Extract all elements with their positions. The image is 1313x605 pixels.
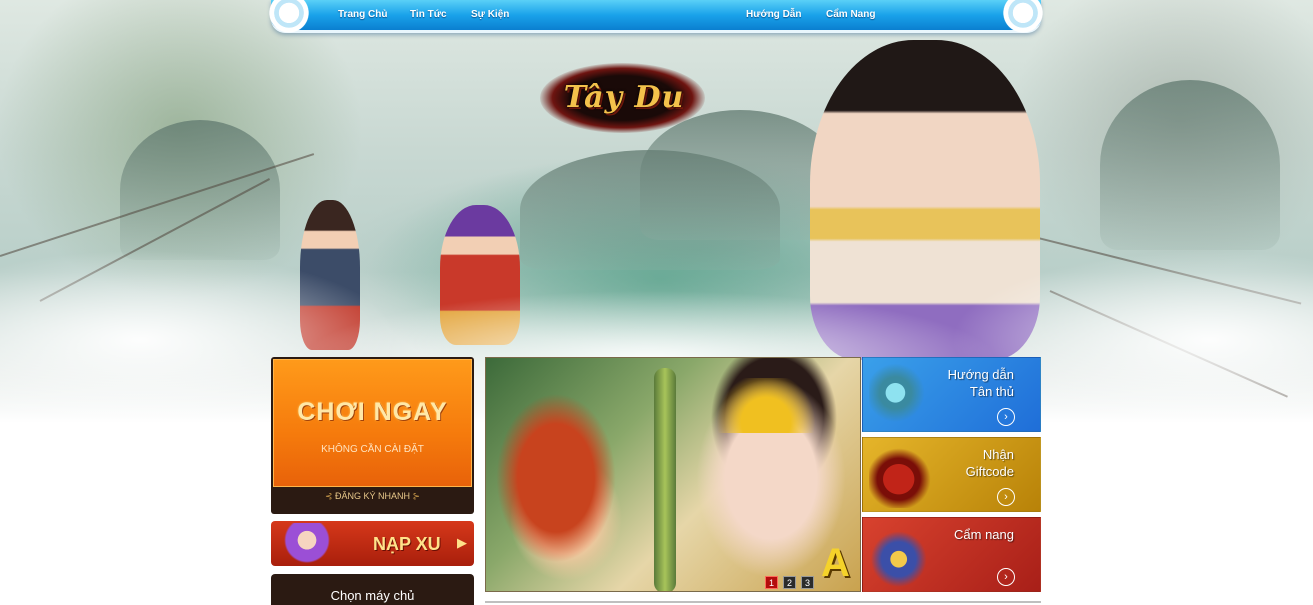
nav-news-link[interactable]: Tin Tức xyxy=(410,9,447,20)
golden-crown-icon xyxy=(711,378,821,433)
play-now-button[interactable]: CHƠI NGAY KHÔNG CẦN CÀI ĐẶT xyxy=(273,359,472,487)
quick-register-link[interactable]: ⊰ ĐĂNG KÝ NHANH ⊱ xyxy=(271,491,474,509)
server-select-label: Chọn máy chủ xyxy=(330,588,415,603)
treasure-chest-icon xyxy=(869,444,935,508)
logo-text: Tây Du xyxy=(563,80,685,115)
topup-label: NẠP XU xyxy=(373,534,441,554)
jade-staff-icon xyxy=(869,364,935,428)
giftcode-title: Nhận Giftcode xyxy=(965,447,1014,479)
handbook-title: Cẩm nang xyxy=(954,527,1014,542)
server-select-button[interactable]: Chọn máy chủ xyxy=(271,574,474,605)
nav-events-link[interactable]: Sự Kiện xyxy=(471,9,509,20)
ornament-left-icon: ⊰ xyxy=(324,491,335,501)
content-divider xyxy=(485,601,1041,603)
chevron-right-icon: › xyxy=(997,408,1015,426)
play-arrow-icon: ▶ xyxy=(457,535,467,550)
ornament-right-icon: ⊱ xyxy=(410,491,421,501)
nav-handbook-link[interactable]: Cẩm Nang xyxy=(826,9,875,20)
play-now-title: CHƠI NGAY xyxy=(297,398,448,426)
banner-letter: A xyxy=(821,541,850,585)
medallion-icon xyxy=(869,524,935,588)
nav-home-link[interactable]: Trang Chủ xyxy=(338,9,387,20)
slider-page-1[interactable]: 1 xyxy=(765,576,778,589)
slider-page-3[interactable]: 3 xyxy=(801,576,814,589)
giftcode-card[interactable]: Nhận Giftcode › xyxy=(862,437,1041,512)
nav-guide-link[interactable]: Hướng Dẫn xyxy=(746,9,801,20)
game-logo[interactable]: Tây Du xyxy=(530,38,715,148)
cloud-ornament-left-icon xyxy=(265,0,313,36)
topup-button[interactable]: NẠP XU ▶ xyxy=(271,521,474,566)
top-navigation-bar: Trang Chủ Tin Tức Sự Kiện Hướng Dẫn Cẩm … xyxy=(265,0,1047,36)
quick-register-label: ĐĂNG KÝ NHANH xyxy=(334,491,410,501)
play-now-subtitle: KHÔNG CẦN CÀI ĐẶT xyxy=(321,444,424,455)
beginner-guide-card[interactable]: Hướng dẫn Tân thủ › xyxy=(862,357,1041,432)
jade-bow-icon xyxy=(654,368,676,591)
play-now-panel: CHƠI NGAY KHÔNG CẦN CÀI ĐẶT ⊰ ĐĂNG KÝ NH… xyxy=(271,357,474,514)
chibi-character-icon xyxy=(279,523,335,566)
chevron-right-icon: › xyxy=(997,568,1015,586)
slider-page-2[interactable]: 2 xyxy=(783,576,796,589)
handbook-card[interactable]: Cẩm nang › xyxy=(862,517,1041,592)
chevron-right-icon: › xyxy=(997,488,1015,506)
beginner-guide-title: Hướng dẫn Tân thủ xyxy=(947,367,1014,399)
banner-slider[interactable]: A 1 2 3 xyxy=(485,357,861,592)
